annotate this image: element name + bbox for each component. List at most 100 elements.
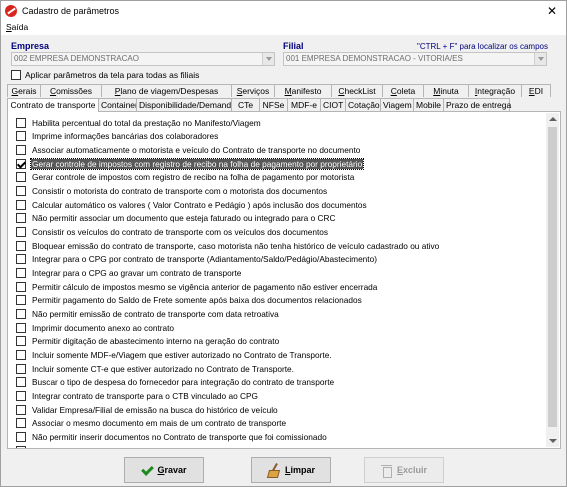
option-checkbox[interactable] — [16, 268, 26, 279]
option-checkbox[interactable] — [16, 309, 26, 320]
option-checkbox[interactable] — [16, 186, 26, 197]
chevron-down-icon[interactable] — [262, 53, 274, 65]
option-row[interactable]: Integrar para o CPG por contrato de tran… — [9, 253, 549, 267]
option-label: Integrar para o CPG ao gravar um contrat… — [32, 268, 242, 279]
tab-row1-3[interactable]: Serviços — [231, 84, 275, 97]
option-row[interactable]: Imprime informações bancárias dos colabo… — [9, 130, 549, 144]
option-row[interactable]: Validar Empresa/Filial de emissão na bus… — [9, 403, 549, 417]
tab-row2-9[interactable]: Mobile — [413, 98, 444, 111]
chevron-down-icon[interactable] — [534, 53, 546, 65]
tab-row2-6[interactable]: CIOT — [320, 98, 346, 111]
menu-saida[interactable]: Saída — [6, 22, 28, 32]
tab-row2-1[interactable]: Container — [98, 98, 138, 111]
option-label: Gerar controle de impostos com registro … — [32, 172, 355, 183]
option-row[interactable]: Incluir somente CT-e que estiver autoriz… — [9, 362, 549, 376]
apply-all-row[interactable]: Aplicar parâmetros da tela para todas as… — [11, 70, 199, 80]
option-label: Buscar Tipo de veículo do Contrato de tr… — [31, 446, 377, 448]
window-title: Cadastro de parâmetros — [22, 6, 120, 16]
option-row[interactable]: Associar o mesmo documento em mais de um… — [9, 416, 549, 430]
option-label: Associar automaticamente o motorista e v… — [32, 145, 361, 156]
option-checkbox[interactable] — [16, 213, 26, 224]
search-hint: "CTRL + F" para localizar os campos — [417, 42, 548, 51]
option-row[interactable]: Integrar contrato de transporte para o C… — [9, 389, 549, 403]
title-bar: Cadastro de parâmetros ✕ — [1, 1, 566, 21]
option-row[interactable]: Não permitir inserir documentos no Contr… — [9, 430, 549, 444]
option-row[interactable]: Não permitir associar um documento que e… — [9, 212, 549, 226]
save-text: ravar — [164, 465, 187, 475]
tab-row2-0[interactable]: Contrato de transporte — [7, 98, 99, 112]
filial-select[interactable]: 001 EMPRESA DEMONSTRACAO - VITORIA/ES — [283, 52, 547, 66]
option-row[interactable]: Gerar controle de impostos com registro … — [9, 171, 549, 185]
option-label: Incluir somente CT-e que estiver autoriz… — [32, 363, 294, 374]
option-checkbox[interactable] — [16, 227, 26, 238]
option-row[interactable]: Permitir cálculo de impostos mesmo se vi… — [9, 280, 549, 294]
option-checkbox[interactable] — [16, 131, 26, 142]
apply-all-checkbox[interactable] — [11, 70, 21, 80]
tab-row2-2[interactable]: Disponibilidade/Demanda — [136, 98, 236, 111]
option-checkbox[interactable] — [16, 254, 26, 265]
tab-row1-7[interactable]: Minuta — [423, 84, 469, 97]
option-checkbox[interactable] — [16, 172, 26, 183]
tab-row1-6[interactable]: Coleta — [382, 84, 424, 97]
option-checkbox[interactable] — [16, 363, 26, 374]
option-checkbox[interactable] — [16, 431, 26, 442]
tab-row2-10[interactable]: Prazo de entrega — [443, 98, 511, 111]
tab-row2-8[interactable]: Viagem — [380, 98, 414, 111]
option-label: Imprimir documento anexo ao contrato — [32, 322, 175, 333]
option-checkbox[interactable] — [16, 390, 26, 401]
option-row[interactable]: Consistir os veículos do contrato de tra… — [9, 225, 549, 239]
option-row[interactable]: Buscar o tipo de despesa do fornecedor p… — [9, 375, 549, 389]
option-checkbox[interactable] — [16, 295, 26, 306]
option-row[interactable]: Permitir digitação de abastecimento inte… — [9, 335, 549, 349]
option-checkbox[interactable] — [16, 349, 26, 360]
option-row[interactable]: Habilita percentual do total da prestaçã… — [9, 116, 549, 130]
option-checkbox[interactable] — [16, 445, 26, 448]
tab-row1-4[interactable]: Manifesto — [274, 84, 332, 97]
option-checkbox[interactable] — [16, 377, 26, 388]
tab-label: erais — [18, 86, 37, 96]
save-button[interactable]: Gravar — [124, 457, 204, 483]
delete-button[interactable]: Excluir — [364, 457, 444, 483]
option-row[interactable]: Bloquear emissão do contrato de transpor… — [9, 239, 549, 253]
option-checkbox[interactable] — [16, 240, 26, 251]
option-row[interactable]: Calcular automático os valores ( Valor C… — [9, 198, 549, 212]
tab-row2-7[interactable]: Cotação — [345, 98, 381, 111]
option-row[interactable]: Consistir o motorista do contrato de tra… — [9, 184, 549, 198]
option-row[interactable]: Permitir pagamento do Saldo de Frete som… — [9, 294, 549, 308]
option-row[interactable]: Associar automaticamente o motorista e v… — [9, 143, 549, 157]
empresa-select[interactable]: 002 EMPRESA DEMONSTRACAO — [11, 52, 275, 66]
option-label: Gerar controle de impostos com registro … — [29, 157, 365, 170]
tab-row1-1[interactable]: Comissões — [40, 84, 102, 97]
option-checkbox[interactable] — [16, 322, 26, 333]
tab-row1-5[interactable]: CheckList — [331, 84, 383, 97]
option-checkbox[interactable] — [16, 199, 26, 210]
option-row[interactable]: Não permitir emissão de contrato de tran… — [9, 307, 549, 321]
scroll-up-icon[interactable] — [546, 113, 559, 126]
option-checkbox[interactable] — [16, 404, 26, 415]
tab-row1-9[interactable]: EDI — [521, 84, 551, 97]
option-row[interactable]: Gerar controle de impostos com registro … — [9, 157, 549, 171]
option-checkbox[interactable] — [16, 145, 26, 156]
option-checkbox[interactable] — [16, 117, 26, 128]
option-checkbox[interactable] — [16, 336, 26, 347]
close-button[interactable]: ✕ — [544, 3, 560, 19]
option-row[interactable]: Integrar para o CPG ao gravar um contrat… — [9, 266, 549, 280]
tab-row2-5[interactable]: MDF-e — [287, 98, 321, 111]
option-checkbox[interactable] — [16, 418, 26, 429]
tab-row2-4[interactable]: NFSe — [259, 98, 288, 111]
tab-row2-3[interactable]: CTe — [231, 98, 260, 111]
scroll-down-icon[interactable] — [546, 434, 559, 447]
tab-row1-0[interactable]: Gerais — [7, 84, 41, 97]
option-row[interactable]: Buscar Tipo de veículo do Contrato de tr… — [9, 444, 549, 448]
clear-text: impar — [290, 465, 315, 475]
option-row[interactable]: Incluir somente MDF-e/Viagem que estiver… — [9, 348, 549, 362]
tab-row1-2[interactable]: Plano de viagem/Despesas — [101, 84, 232, 97]
option-checkbox[interactable] — [16, 158, 26, 169]
tab-row1-8[interactable]: Integração — [468, 84, 522, 97]
vertical-scrollbar[interactable] — [546, 113, 559, 447]
option-row[interactable]: Imprimir documento anexo ao contrato — [9, 321, 549, 335]
option-checkbox[interactable] — [16, 281, 26, 292]
tab-hotkey: M — [284, 86, 292, 96]
scroll-thumb[interactable] — [548, 127, 557, 427]
clear-button[interactable]: Limpar — [251, 457, 331, 483]
